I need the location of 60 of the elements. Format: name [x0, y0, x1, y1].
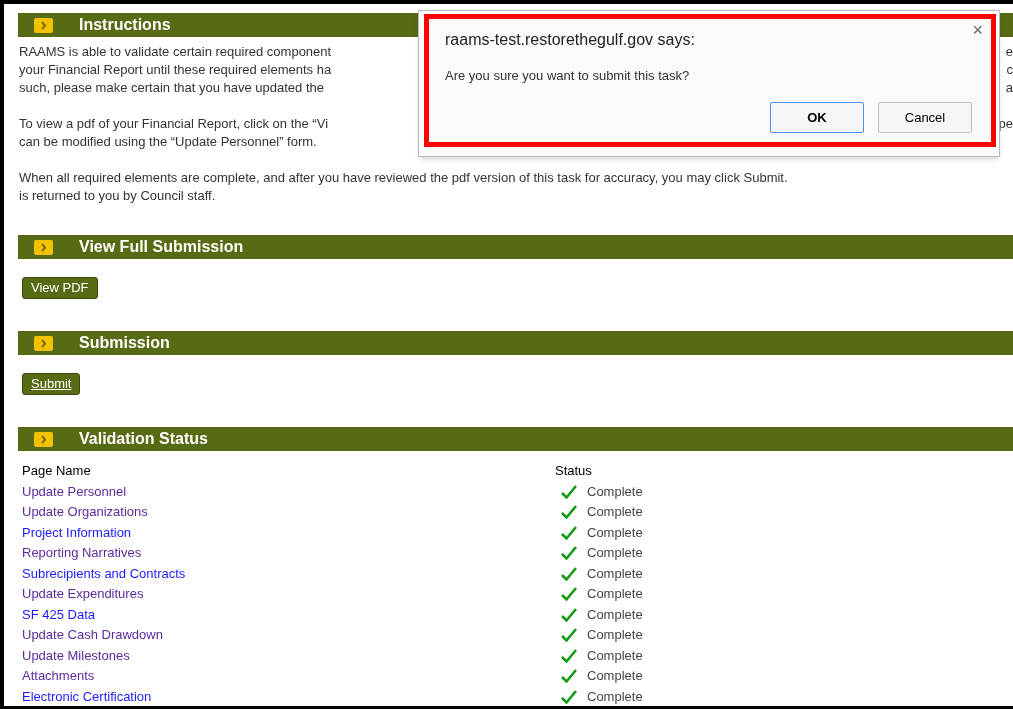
check-icon: [561, 505, 577, 520]
section-title: Validation Status: [79, 429, 208, 449]
page-link[interactable]: Subrecipients and Contracts: [22, 565, 186, 581]
check-icon: [561, 669, 577, 684]
page-link[interactable]: SF 425 Data: [22, 606, 95, 622]
status-text: Complete: [587, 503, 643, 521]
instruction-text: can be modified using the “Update Personnel” form.: [19, 133, 317, 151]
instruction-text: your Financial Report until these required elements ha: [19, 61, 332, 79]
column-header: Status: [555, 462, 592, 480]
section-title: Instructions: [79, 15, 171, 35]
column-header: Page Name: [22, 462, 92, 480]
page-link[interactable]: Update Cash Drawdown: [22, 627, 163, 642]
status-text: Complete: [587, 667, 643, 685]
chevron-icon: [34, 431, 53, 447]
section-title: View Full Submission: [79, 237, 244, 257]
check-icon: [561, 689, 577, 704]
instruction-text: RAAMS is able to validate certain required component: [19, 43, 332, 61]
instruction-text: To view a pdf of your Financial Report, click on the “Vi: [19, 115, 329, 133]
dialog-title: raams-test.restorethegulf.gov says:: [445, 30, 695, 50]
page-link[interactable]: Update Personnel: [22, 483, 127, 499]
status-text: Complete: [587, 626, 643, 644]
check-icon: [561, 607, 577, 622]
page-link[interactable]: Attachments: [22, 668, 95, 683]
check-icon: [561, 525, 577, 540]
dialog-message: Are you sure you want to submit this task?: [445, 67, 691, 85]
check-icon: [561, 628, 577, 643]
check-icon: [561, 546, 577, 561]
page-link[interactable]: Reporting Narratives: [22, 545, 142, 560]
instruction-text: a: [1005, 79, 1013, 97]
status-text: Complete: [587, 482, 643, 501]
status-text: Complete: [587, 646, 643, 665]
status-text: Complete: [587, 523, 643, 542]
instruction-text: is returned to you by Council staff.: [19, 187, 216, 205]
chevron-icon: [34, 335, 53, 351]
action-button[interactable]: Submit: [22, 372, 81, 395]
status-text: Complete: [587, 564, 643, 583]
page-link[interactable]: Update Expenditures: [22, 586, 144, 601]
instruction-text: When all required elements are complete, and after you have reviewed the pdf version of this task for accuracy, you may click Submit.: [19, 169, 788, 187]
status-text: Complete: [587, 687, 643, 706]
instruction-text: c: [1006, 61, 1013, 79]
chevron-icon: [34, 17, 53, 33]
status-text: Complete: [587, 605, 643, 624]
instruction-text: e: [1005, 43, 1013, 61]
check-icon: [561, 648, 577, 663]
page-link[interactable]: Update Milestones: [22, 647, 130, 663]
section-title: Submission: [79, 333, 170, 353]
chevron-icon: [34, 239, 53, 255]
page-link[interactable]: Electronic Certification: [22, 688, 152, 704]
close-button[interactable]: ×: [972, 21, 983, 39]
check-icon: [561, 566, 577, 581]
status-text: Complete: [587, 585, 643, 603]
status-text: Complete: [587, 544, 643, 562]
page-link[interactable]: Update Organizations: [22, 504, 148, 519]
check-icon: [561, 587, 577, 602]
check-icon: [561, 484, 577, 499]
instruction-text: such, please make certain that you have updated the: [19, 79, 324, 97]
cancel-button[interactable]: Cancel: [878, 102, 972, 133]
ok-button[interactable]: OK: [770, 102, 864, 133]
page-link[interactable]: Project Information: [22, 524, 132, 540]
action-button[interactable]: View PDF: [22, 276, 98, 299]
